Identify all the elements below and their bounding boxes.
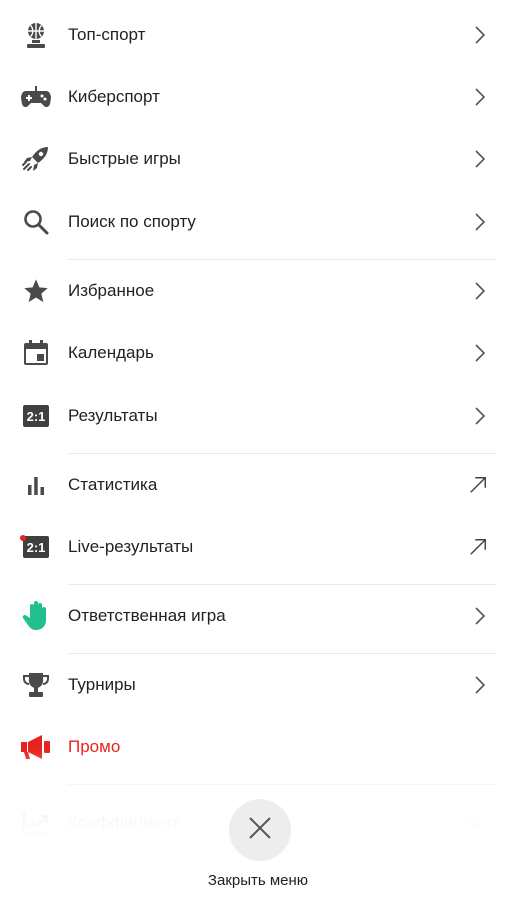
chevron-right-icon bbox=[470, 606, 490, 626]
line-chart-icon bbox=[20, 807, 52, 839]
menu-item-label: Быстрые игры bbox=[68, 149, 181, 168]
chevron-right-icon bbox=[470, 212, 490, 232]
menu-item-favorites[interactable]: Избранное bbox=[0, 260, 516, 322]
search-icon bbox=[20, 206, 52, 238]
menu-item-label: Коэффициент bbox=[68, 813, 180, 832]
trophy-icon bbox=[20, 669, 52, 701]
menu-item-label: Турниры bbox=[68, 675, 136, 694]
menu-item-top-sport[interactable]: Топ-спорт bbox=[0, 4, 516, 66]
gamepad-icon bbox=[20, 81, 52, 113]
hand-icon bbox=[20, 600, 52, 632]
menu-item-label: Статистика bbox=[68, 475, 158, 494]
menu-item-statistics[interactable]: Статистика bbox=[0, 454, 516, 516]
menu-item-label: Избранное bbox=[68, 281, 155, 300]
menu-item-fast-games[interactable]: Быстрые игры bbox=[0, 128, 516, 190]
menu-item-label: Ответственная игра bbox=[68, 606, 226, 625]
divider bbox=[68, 784, 496, 785]
live-score-icon-text: 2:1 bbox=[23, 536, 49, 558]
close-menu-button[interactable] bbox=[229, 799, 291, 861]
menu-item-label: Календарь bbox=[68, 343, 154, 362]
bar-chart-icon bbox=[20, 469, 52, 501]
chevron-right-icon bbox=[470, 675, 490, 695]
score-icon: 2:1 bbox=[20, 400, 52, 432]
live-score-icon: 2:1 bbox=[20, 531, 52, 563]
menu-item-promo[interactable]: Промо bbox=[0, 716, 516, 778]
menu-item-responsible-gaming[interactable]: Ответственная игра bbox=[0, 585, 516, 647]
menu-item-live-results[interactable]: 2:1 Live-результаты bbox=[0, 516, 516, 578]
menu-item-tournaments[interactable]: Турниры bbox=[0, 654, 516, 716]
menu-item-calendar[interactable]: Календарь bbox=[0, 322, 516, 384]
chevron-right-icon bbox=[470, 406, 490, 426]
external-arrow-icon bbox=[468, 537, 488, 557]
score-icon-text: 2:1 bbox=[23, 405, 49, 427]
chevron-right-icon bbox=[470, 87, 490, 107]
menu-item-label: Поиск по спорту bbox=[68, 212, 196, 231]
menu-item-label: Киберспорт bbox=[68, 87, 160, 106]
chevron-right-icon bbox=[470, 25, 490, 45]
menu-item-esports[interactable]: Киберспорт bbox=[0, 66, 516, 128]
menu-item-label: Топ-спорт bbox=[68, 25, 146, 44]
menu-item-label: Результаты bbox=[68, 406, 158, 425]
chevron-right-icon bbox=[470, 281, 490, 301]
menu-item-results[interactable]: 2:1 Результаты bbox=[0, 385, 516, 447]
megaphone-icon bbox=[20, 731, 52, 763]
menu-item-label: Live-результаты bbox=[68, 537, 194, 556]
rocket-icon bbox=[20, 143, 52, 175]
menu-item-label: Промо bbox=[68, 737, 121, 756]
live-dot-icon bbox=[20, 535, 26, 541]
chevron-right-icon bbox=[470, 343, 490, 363]
menu-item-sport-search[interactable]: Поиск по спорту bbox=[0, 191, 516, 253]
close-menu-label[interactable]: Закрыть меню bbox=[0, 872, 516, 889]
chevron-down-icon bbox=[464, 813, 484, 833]
external-arrow-icon bbox=[468, 475, 488, 495]
chevron-right-icon bbox=[470, 149, 490, 169]
star-icon bbox=[20, 275, 52, 307]
calendar-icon bbox=[20, 337, 52, 369]
basketball-trophy-icon bbox=[20, 19, 52, 51]
close-icon bbox=[247, 815, 273, 846]
